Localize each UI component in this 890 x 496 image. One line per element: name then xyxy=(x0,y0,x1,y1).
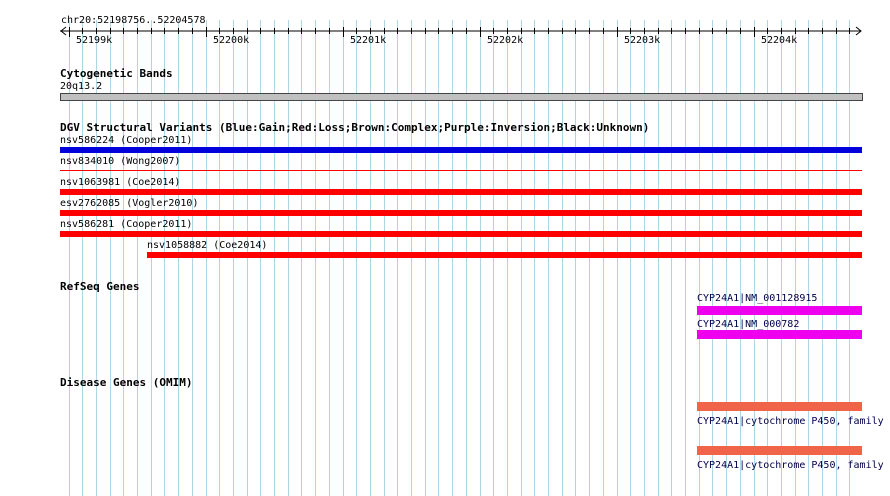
variant-label[interactable]: nsv1058882 (Coe2014) xyxy=(147,240,267,251)
ruler-tick-label: 52200k xyxy=(213,35,250,46)
variant-label[interactable]: nsv586281 (Cooper2011) xyxy=(60,219,192,230)
ruler-tick-label: 52203k xyxy=(624,35,661,46)
gene-label[interactable]: CYP24A1|NM_000782 xyxy=(697,319,799,330)
cytoband-bar[interactable] xyxy=(60,93,863,101)
omim-gene-label[interactable]: CYP24A1|cytochrome P450, family 24, subf… xyxy=(697,416,890,427)
omim-gene-bar[interactable] xyxy=(697,402,862,411)
ruler-tick-label: 52199k xyxy=(76,35,113,46)
variant-label[interactable]: esv2762085 (Vogler2010) xyxy=(60,198,198,209)
variant-bar-loss[interactable] xyxy=(147,252,862,258)
track-title: DGV Structural Variants (Blue:Gain;Red:L… xyxy=(60,121,650,134)
gene-bar[interactable] xyxy=(697,306,862,315)
variant-label[interactable]: nsv834010 (Wong2007) xyxy=(60,156,180,167)
variant-label[interactable]: nsv586224 (Cooper2011) xyxy=(60,135,192,146)
track-title: RefSeq Genes xyxy=(60,280,140,293)
ruler-axis xyxy=(60,26,862,37)
gene-label[interactable]: CYP24A1|NM_001128915 xyxy=(697,293,817,304)
ruler-tick-label: 52204k xyxy=(761,35,798,46)
track-title: Cytogenetic Bands xyxy=(60,67,173,80)
variant-bar-gain[interactable] xyxy=(60,147,862,153)
variant-bar-loss[interactable] xyxy=(60,231,862,237)
ruler-tick-label: 52202k xyxy=(487,35,524,46)
ruler-tick-label: 52201k xyxy=(350,35,387,46)
omim-gene-label[interactable]: CYP24A1|cytochrome P450, family 24, subf… xyxy=(697,460,890,471)
cytoband-label: 20q13.2 xyxy=(60,81,103,92)
variant-bar-loss[interactable] xyxy=(60,170,862,171)
gene-bar[interactable] xyxy=(697,330,862,339)
variant-bar-loss[interactable] xyxy=(60,189,862,195)
variant-bar-loss[interactable] xyxy=(60,210,862,216)
variant-label[interactable]: nsv1063981 (Coe2014) xyxy=(60,177,180,188)
omim-gene-bar[interactable] xyxy=(697,446,862,455)
track-title: Disease Genes (OMIM) xyxy=(60,376,193,389)
